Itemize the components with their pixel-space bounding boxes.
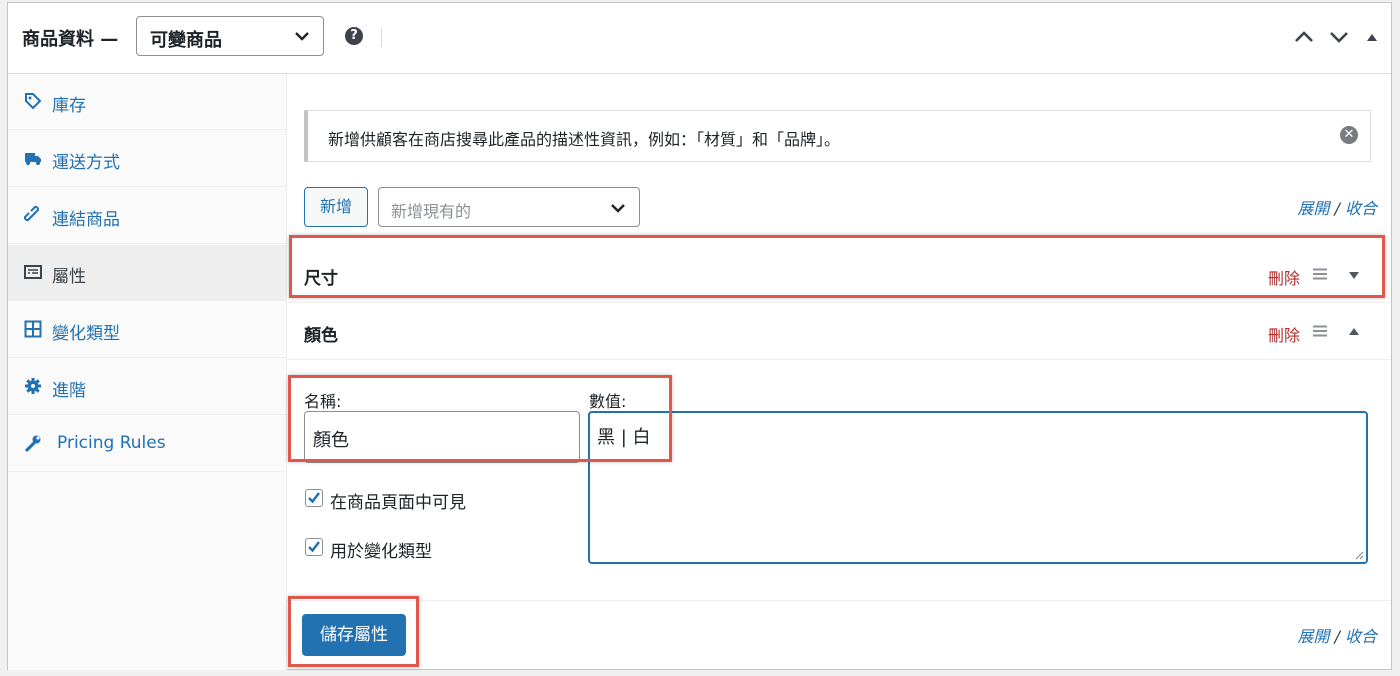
tab-attributes[interactable]: 屬性: [8, 245, 286, 301]
product-type-select[interactable]: 可變商品: [136, 16, 324, 56]
tab-label: 庫存: [52, 96, 86, 116]
remove-attribute-link[interactable]: 刪除: [1268, 265, 1300, 289]
chevron-down-icon: [295, 32, 309, 41]
collapse-panel-icon[interactable]: [1365, 27, 1379, 47]
tag-icon: [25, 93, 42, 110]
tab-variations[interactable]: 變化類型: [8, 302, 286, 358]
expand-collapse-links: 展開 / 收合: [1297, 195, 1377, 219]
visible-on-product-page-label: 在商品頁面中可見: [330, 493, 466, 513]
attribute-name-input[interactable]: 顏色: [304, 411, 580, 463]
product-data-tabs: 庫存 運送方式 連結商品 屬性 變化類型 進階 Pricing Rules: [8, 74, 287, 670]
remove-attribute-link[interactable]: 刪除: [1268, 322, 1300, 346]
gear-icon: [25, 378, 41, 394]
chevron-down-icon: [611, 204, 625, 213]
attribute-name: 尺寸: [304, 269, 338, 289]
tab-pricing-rules[interactable]: Pricing Rules: [8, 416, 286, 472]
wrench-icon: [25, 435, 41, 452]
attribute-values-textarea[interactable]: 黑 | 白: [588, 411, 1368, 564]
tab-shipping[interactable]: 運送方式: [8, 131, 286, 187]
link-icon: [24, 206, 40, 222]
attribute-row-color[interactable]: 顏色 刪除: [286, 303, 1391, 360]
help-icon[interactable]: ?: [345, 27, 363, 45]
name-value: 顏色: [313, 430, 349, 451]
footer-divider: [286, 600, 1391, 601]
save-attributes-button[interactable]: 儲存屬性: [302, 614, 406, 656]
panel-title: 商品資料 —: [22, 29, 119, 50]
move-down-icon[interactable]: [1328, 27, 1350, 47]
drag-handle-icon[interactable]: [1312, 325, 1328, 337]
expand-all-link[interactable]: 展開: [1297, 627, 1329, 646]
tab-label: Pricing Rules: [57, 433, 166, 453]
values-value: 黑 | 白: [597, 427, 651, 448]
link-separator: /: [1334, 199, 1340, 218]
panel-header: 商品資料 — 可變商品 ?: [8, 3, 1391, 74]
list-icon: [24, 265, 42, 279]
visible-on-product-page-checkbox[interactable]: [305, 489, 323, 507]
tab-advanced[interactable]: 進階: [8, 359, 286, 415]
name-label: 名稱:: [304, 392, 342, 411]
used-for-variations-label: 用於變化類型: [330, 542, 432, 562]
info-notice: 新增供顧客在商店搜尋此產品的描述性資訊，例如：「材質」和「品牌」。 ✕: [304, 110, 1371, 162]
tab-linked-products[interactable]: 連結商品: [8, 188, 286, 244]
attribute-name: 顏色: [304, 326, 338, 346]
expand-collapse-links-bottom: 展開 / 收合: [1297, 623, 1377, 647]
tab-label: 連結商品: [52, 210, 120, 230]
resize-grip-icon[interactable]: [1354, 550, 1364, 560]
header-divider: [381, 27, 382, 47]
used-for-variations-checkbox[interactable]: [305, 538, 323, 556]
product-type-value: 可變商品: [150, 30, 222, 51]
tab-label: 運送方式: [52, 153, 120, 173]
collapse-all-link[interactable]: 收合: [1345, 199, 1377, 218]
drag-handle-icon[interactable]: [1312, 268, 1328, 280]
checkmark-icon: [308, 541, 320, 553]
link-separator: /: [1334, 627, 1340, 646]
select-placeholder: 新增現有的: [391, 202, 472, 221]
tab-label: 屬性: [52, 267, 86, 287]
attributes-panel: 新增供顧客在商店搜尋此產品的描述性資訊，例如：「材質」和「品牌」。 ✕ 新增 新…: [286, 74, 1391, 670]
collapse-toggle-icon[interactable]: [1347, 325, 1361, 339]
attribute-row-size[interactable]: 尺寸 刪除: [286, 246, 1391, 303]
tab-inventory[interactable]: 庫存: [8, 74, 286, 130]
expand-toggle-icon[interactable]: [1347, 268, 1361, 282]
grid-icon: [24, 320, 42, 338]
add-existing-attribute-select[interactable]: 新增現有的: [378, 187, 640, 227]
truck-icon: [25, 153, 41, 165]
add-new-attribute-button[interactable]: 新增: [304, 187, 368, 227]
product-data-panel: 商品資料 — 可變商品 ? 庫存 運送方式 連結商品 屬性 變化類型 進階 Pr…: [7, 2, 1392, 670]
collapse-all-link[interactable]: 收合: [1345, 627, 1377, 646]
tab-label: 變化類型: [52, 324, 120, 344]
values-label: 數值:: [589, 392, 627, 411]
tab-label: 進階: [52, 381, 86, 401]
notice-text: 新增供顧客在商店搜尋此產品的描述性資訊，例如：「材質」和「品牌」。: [328, 130, 841, 149]
close-icon[interactable]: ✕: [1340, 126, 1358, 144]
move-up-icon[interactable]: [1293, 27, 1315, 47]
expand-all-link[interactable]: 展開: [1297, 199, 1329, 218]
checkmark-icon: [308, 492, 320, 504]
